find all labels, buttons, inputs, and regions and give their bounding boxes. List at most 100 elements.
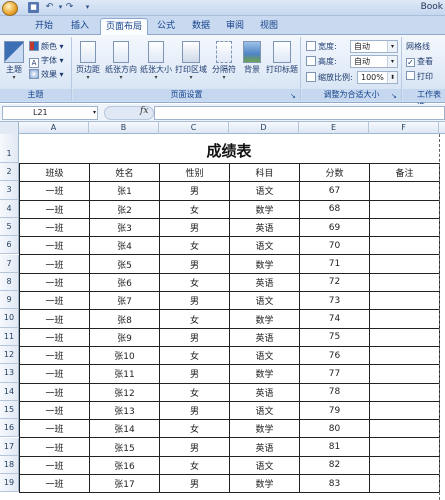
- table-cell[interactable]: [369, 400, 440, 421]
- table-cell[interactable]: 语文: [229, 455, 300, 476]
- table-cell[interactable]: 一班: [19, 400, 90, 421]
- table-cell[interactable]: [369, 236, 440, 256]
- row-header-3[interactable]: 3: [0, 181, 19, 200]
- table-cell[interactable]: 男: [159, 291, 230, 311]
- table-cell[interactable]: 女: [159, 455, 230, 476]
- table-cell[interactable]: 72: [299, 272, 370, 293]
- row-header-2[interactable]: 2: [0, 163, 19, 182]
- table-cell[interactable]: 女: [159, 236, 230, 256]
- table-cell[interactable]: 张8: [89, 309, 160, 329]
- table-cell[interactable]: [369, 309, 440, 329]
- table-cell[interactable]: 英语: [229, 437, 300, 457]
- table-cell[interactable]: [369, 474, 440, 494]
- table-cell[interactable]: 76: [299, 345, 370, 366]
- worksheet[interactable]: 成绩表 班级 姓名 性别 科目 分数 备注 一班 张1 男语文 67 一班 张2 女数学 68 一班 张3 男…: [19, 134, 445, 500]
- table-cell[interactable]: [369, 419, 440, 439]
- table-cell[interactable]: 一班: [19, 382, 90, 402]
- table-cell[interactable]: 张13: [89, 400, 160, 421]
- table-cell[interactable]: 数学: [229, 474, 300, 494]
- table-cell[interactable]: 一班: [19, 474, 90, 494]
- table-cell[interactable]: 张16: [89, 455, 160, 476]
- table-cell[interactable]: 张1: [89, 181, 160, 201]
- print-titles-button[interactable]: 打印标题: [265, 39, 299, 87]
- table-cell[interactable]: 75: [299, 327, 370, 347]
- table-cell[interactable]: 数学: [229, 309, 300, 329]
- table-cell[interactable]: 语文: [229, 236, 300, 256]
- theme-effects-button[interactable]: 效果 ▾: [29, 68, 64, 81]
- header-cell[interactable]: 性别: [159, 162, 230, 183]
- table-cell[interactable]: 语文: [229, 181, 300, 201]
- table-cell[interactable]: 67: [299, 181, 370, 201]
- table-cell[interactable]: 女: [159, 272, 230, 293]
- table-cell[interactable]: [369, 345, 440, 366]
- table-cell[interactable]: 女: [159, 199, 230, 219]
- table-cell[interactable]: 英语: [229, 327, 300, 347]
- row-header-11[interactable]: 11: [0, 327, 19, 346]
- table-cell[interactable]: 男: [159, 364, 230, 384]
- column-header-c[interactable]: C: [159, 122, 229, 134]
- table-cell[interactable]: 张5: [89, 254, 160, 274]
- width-select[interactable]: 自动 ▾: [350, 40, 398, 53]
- save-icon[interactable]: ■: [28, 2, 39, 13]
- sheet-title[interactable]: 成绩表: [19, 134, 439, 163]
- table-cell[interactable]: 男: [159, 327, 230, 347]
- print-area-button[interactable]: 打印区域 ▾: [174, 39, 208, 87]
- table-cell[interactable]: 语文: [229, 400, 300, 421]
- table-cell[interactable]: 语文: [229, 345, 300, 366]
- table-cell[interactable]: 一班: [19, 327, 90, 347]
- height-select[interactable]: 自动 ▾: [350, 55, 398, 68]
- table-cell[interactable]: 女: [159, 345, 230, 366]
- orientation-button[interactable]: 纸张方向 ▾: [104, 39, 138, 87]
- table-cell[interactable]: 语文: [229, 291, 300, 311]
- table-cell[interactable]: 英语: [229, 217, 300, 238]
- dialog-launcher-icon[interactable]: ↘: [290, 92, 298, 100]
- table-cell[interactable]: [369, 455, 440, 476]
- table-cell[interactable]: 74: [299, 309, 370, 329]
- row-header-4[interactable]: 4: [0, 199, 19, 218]
- table-cell[interactable]: 一班: [19, 309, 90, 329]
- table-cell[interactable]: 张11: [89, 364, 160, 384]
- table-cell[interactable]: [369, 254, 440, 274]
- tab-formulas[interactable]: 公式: [150, 18, 182, 35]
- table-cell[interactable]: 81: [299, 437, 370, 457]
- column-header-a[interactable]: A: [19, 122, 89, 134]
- table-cell[interactable]: 女: [159, 309, 230, 329]
- table-cell[interactable]: 一班: [19, 217, 90, 238]
- table-cell[interactable]: 一班: [19, 345, 90, 366]
- table-cell[interactable]: 一班: [19, 455, 90, 476]
- undo-icon[interactable]: ↶: [44, 2, 55, 13]
- scale-input[interactable]: 100% ⬍: [357, 71, 398, 84]
- table-cell[interactable]: 英语: [229, 382, 300, 402]
- size-button[interactable]: 纸张大小 ▾: [139, 39, 173, 87]
- header-cell[interactable]: 班级: [19, 162, 90, 183]
- table-cell[interactable]: [369, 291, 440, 311]
- column-header-f[interactable]: F: [369, 122, 439, 134]
- redo-icon[interactable]: ↷: [64, 2, 75, 13]
- row-header-7[interactable]: 7: [0, 254, 19, 273]
- table-cell[interactable]: 80: [299, 419, 370, 439]
- table-cell[interactable]: 张6: [89, 272, 160, 293]
- table-cell[interactable]: 女: [159, 382, 230, 402]
- table-cell[interactable]: 张7: [89, 291, 160, 311]
- table-cell[interactable]: 张15: [89, 437, 160, 457]
- table-cell[interactable]: 83: [299, 474, 370, 494]
- table-cell[interactable]: [369, 437, 440, 457]
- table-cell[interactable]: 一班: [19, 236, 90, 256]
- table-cell[interactable]: 一班: [19, 181, 90, 201]
- header-cell[interactable]: 备注: [369, 162, 440, 183]
- table-cell[interactable]: 男: [159, 217, 230, 238]
- tab-home[interactable]: 开始: [28, 18, 60, 35]
- table-cell[interactable]: [369, 272, 440, 293]
- table-cell[interactable]: 张3: [89, 217, 160, 238]
- row-header-12[interactable]: 12: [0, 346, 19, 365]
- table-cell[interactable]: 张10: [89, 345, 160, 366]
- table-cell[interactable]: 数学: [229, 254, 300, 274]
- table-cell[interactable]: 一班: [19, 364, 90, 384]
- table-cell[interactable]: 张12: [89, 382, 160, 402]
- insert-function-icon[interactable]: fx: [140, 106, 148, 116]
- gridlines-print-checkbox[interactable]: 打印: [406, 70, 433, 83]
- table-cell[interactable]: 数学: [229, 199, 300, 219]
- table-cell[interactable]: [369, 199, 440, 219]
- header-cell[interactable]: 姓名: [89, 162, 160, 183]
- column-header-e[interactable]: E: [299, 122, 369, 134]
